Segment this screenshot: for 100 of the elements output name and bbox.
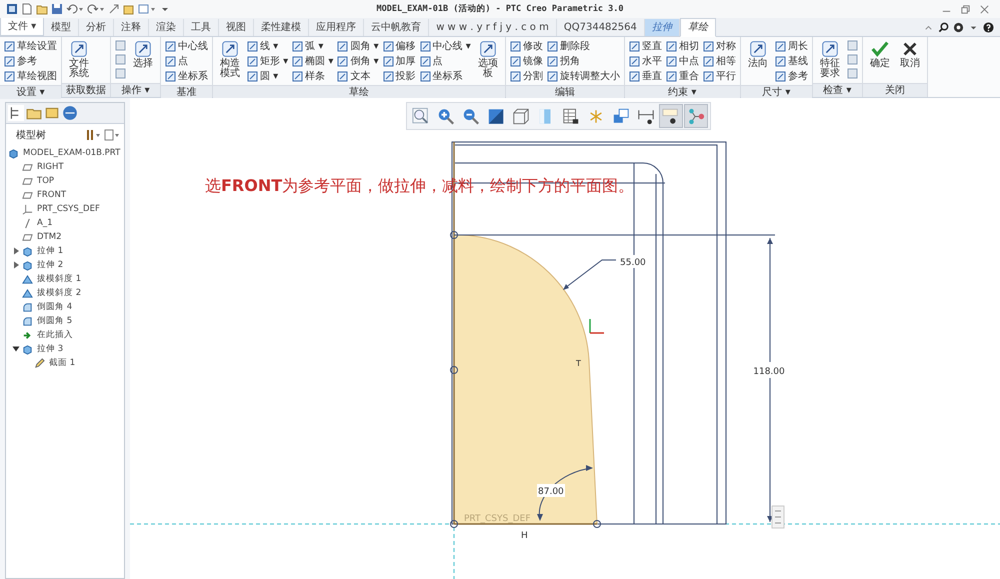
tree-item[interactable]: 截面 1 bbox=[6, 356, 124, 370]
ribbon-tool[interactable]: 构造模式 bbox=[217, 39, 243, 79]
ribbon-tab[interactable]: 模型 bbox=[44, 19, 80, 36]
ribbon-tool[interactable]: 分割 bbox=[510, 69, 543, 83]
ribbon-tool[interactable]: 样条 bbox=[292, 69, 334, 83]
ribbon-tool[interactable]: 中心线 ▾ bbox=[420, 39, 471, 53]
settings-icon[interactable] bbox=[953, 22, 964, 33]
ribbon-tool[interactable]: 竖直 bbox=[628, 39, 662, 53]
sketch-point[interactable] bbox=[450, 231, 458, 239]
ribbon-tool[interactable]: 投影 bbox=[382, 69, 416, 83]
ribbon-tool[interactable]: 加厚 bbox=[382, 54, 416, 68]
ribbon-tool[interactable]: 修改 bbox=[510, 39, 543, 53]
ribbon-tab[interactable]: 柔性建模 bbox=[254, 19, 310, 36]
undo-icon[interactable] bbox=[66, 3, 84, 15]
group-label[interactable]: 草绘 bbox=[213, 85, 505, 99]
ribbon-tool[interactable]: 文本 bbox=[337, 69, 379, 83]
ribbon-tool[interactable]: 草绘视图 bbox=[4, 69, 57, 83]
sketch-point[interactable] bbox=[593, 520, 601, 528]
help-icon[interactable] bbox=[983, 22, 994, 33]
ribbon-tool[interactable]: 坐标系 bbox=[420, 69, 471, 83]
ribbon-tool[interactable]: 平行 bbox=[702, 69, 736, 83]
tree-item[interactable]: 拔模斜度 1 bbox=[6, 272, 124, 286]
ribbon-tool[interactable]: 中点 bbox=[666, 54, 699, 68]
ribbon-tab[interactable]: 工具 bbox=[184, 19, 220, 36]
tree-item[interactable]: 拉伸 2 bbox=[6, 258, 124, 272]
globe-icon[interactable] bbox=[62, 105, 78, 121]
group-label[interactable]: 编辑 bbox=[506, 85, 624, 99]
cancel-button[interactable]: 取消 bbox=[896, 39, 923, 69]
ribbon-tab[interactable]: w w w . y r f j y . c o m bbox=[429, 19, 557, 36]
window-icon[interactable] bbox=[44, 105, 60, 121]
ribbon-tool[interactable]: 坐标系 bbox=[165, 69, 208, 83]
ribbon-tool[interactable]: 法向 bbox=[744, 39, 771, 69]
ribbon-tab[interactable]: 拉伸 bbox=[644, 19, 680, 36]
ribbon-tab[interactable]: 视图 bbox=[219, 19, 254, 36]
ribbon-tool[interactable]: 偏移 bbox=[382, 39, 416, 53]
group-label[interactable]: 检查 ▾ bbox=[812, 83, 862, 97]
ribbon-tool[interactable]: 圆 ▾ bbox=[247, 69, 288, 83]
small-square-icon[interactable] bbox=[846, 40, 858, 51]
ribbon-tool[interactable]: 拐角 bbox=[546, 54, 620, 68]
ribbon-tool[interactable]: 对称 bbox=[702, 39, 736, 53]
group-label[interactable]: 操作 ▾ bbox=[111, 83, 160, 97]
ribbon-tab[interactable]: 应用程序 bbox=[309, 19, 364, 36]
ribbon-tool[interactable]: 弧 ▾ bbox=[292, 39, 334, 53]
stack-icon[interactable] bbox=[772, 506, 784, 528]
ribbon-tool[interactable]: 椭圆 ▾ bbox=[292, 54, 334, 68]
ribbon-tool[interactable]: 点 bbox=[165, 54, 208, 68]
tree-tab-icon[interactable] bbox=[8, 105, 24, 121]
window-icon[interactable] bbox=[123, 3, 135, 15]
group-label[interactable]: 关闭 bbox=[862, 83, 927, 97]
ribbon-tool[interactable]: 圆角 ▾ bbox=[337, 39, 379, 53]
ribbon-tool[interactable]: 矩形 ▾ bbox=[247, 54, 288, 68]
tree-item[interactable]: PRT_CSYS_DEF bbox=[6, 202, 124, 216]
ribbon-tool[interactable]: 选择 bbox=[130, 39, 156, 69]
ribbon-tool[interactable]: 选项板 bbox=[474, 39, 501, 79]
close-icon[interactable] bbox=[979, 4, 990, 14]
ribbon-tool[interactable]: 镜像 bbox=[510, 54, 543, 68]
ribbon-tool[interactable]: 周长 bbox=[774, 39, 808, 53]
show-icon[interactable] bbox=[104, 129, 120, 141]
small-square-icon[interactable] bbox=[115, 68, 126, 79]
view-button[interactable] bbox=[659, 104, 683, 128]
ribbon-tool[interactable]: 相切 bbox=[666, 39, 699, 53]
tree-item[interactable]: FRONT bbox=[6, 188, 124, 202]
expand-arrow-icon[interactable] bbox=[12, 247, 20, 255]
ribbon-tool[interactable]: 删除段 bbox=[546, 39, 620, 53]
tree-item[interactable]: A_1 bbox=[6, 216, 124, 230]
ribbon-tab[interactable]: 渲染 bbox=[149, 19, 184, 36]
ribbon-tab[interactable]: 注释 bbox=[114, 19, 150, 36]
group-label[interactable]: 设置 ▾ bbox=[0, 85, 61, 99]
tree-item[interactable]: MODEL_EXAM-01B.PRT bbox=[6, 146, 124, 160]
tree-item[interactable]: TOP bbox=[6, 174, 124, 188]
small-square-icon[interactable] bbox=[846, 54, 858, 65]
expand-arrow-icon[interactable] bbox=[12, 261, 20, 269]
group-label[interactable]: 基准 bbox=[161, 85, 212, 99]
ribbon-tool[interactable]: 参考 bbox=[774, 69, 808, 83]
folder-icon[interactable] bbox=[36, 3, 48, 15]
tree-item[interactable]: 拉伸 3 bbox=[6, 342, 124, 356]
redo-icon[interactable] bbox=[87, 3, 105, 15]
windows-icon[interactable] bbox=[138, 3, 156, 15]
ribbon-tab[interactable]: 草绘 bbox=[680, 18, 716, 37]
ribbon-tool[interactable]: 线 ▾ bbox=[247, 39, 288, 53]
ribbon-tool[interactable]: 草绘设置 bbox=[4, 39, 57, 53]
small-square-icon[interactable] bbox=[115, 40, 126, 51]
sketch-point[interactable] bbox=[450, 366, 458, 374]
confirm-button[interactable]: 确定 bbox=[866, 39, 893, 69]
ribbon-tool[interactable]: 相等 bbox=[702, 54, 736, 68]
ribbon-tool[interactable]: 旋转调整大小 bbox=[546, 69, 620, 83]
ribbon-tab[interactable]: 文件 ▾ bbox=[0, 17, 44, 36]
search-icon[interactable] bbox=[938, 22, 949, 33]
tree-item[interactable]: 在此插入 bbox=[6, 328, 124, 342]
small-square-icon[interactable] bbox=[115, 54, 126, 65]
tree-item[interactable]: DTM2 bbox=[6, 230, 124, 244]
app-icon[interactable] bbox=[6, 3, 18, 15]
group-label[interactable]: 约束 ▾ bbox=[624, 85, 740, 99]
ribbon-tool[interactable]: 点 bbox=[420, 54, 471, 68]
group-label[interactable]: 获取数据 bbox=[62, 83, 110, 97]
ribbon-tab[interactable]: 云中帆教育 bbox=[364, 19, 430, 36]
ribbon-tool[interactable]: 水平 bbox=[628, 54, 662, 68]
collapse-arrow-icon[interactable] bbox=[12, 345, 20, 353]
save-icon[interactable] bbox=[51, 3, 63, 15]
ribbon-tool[interactable]: 特征要求 bbox=[816, 39, 843, 79]
